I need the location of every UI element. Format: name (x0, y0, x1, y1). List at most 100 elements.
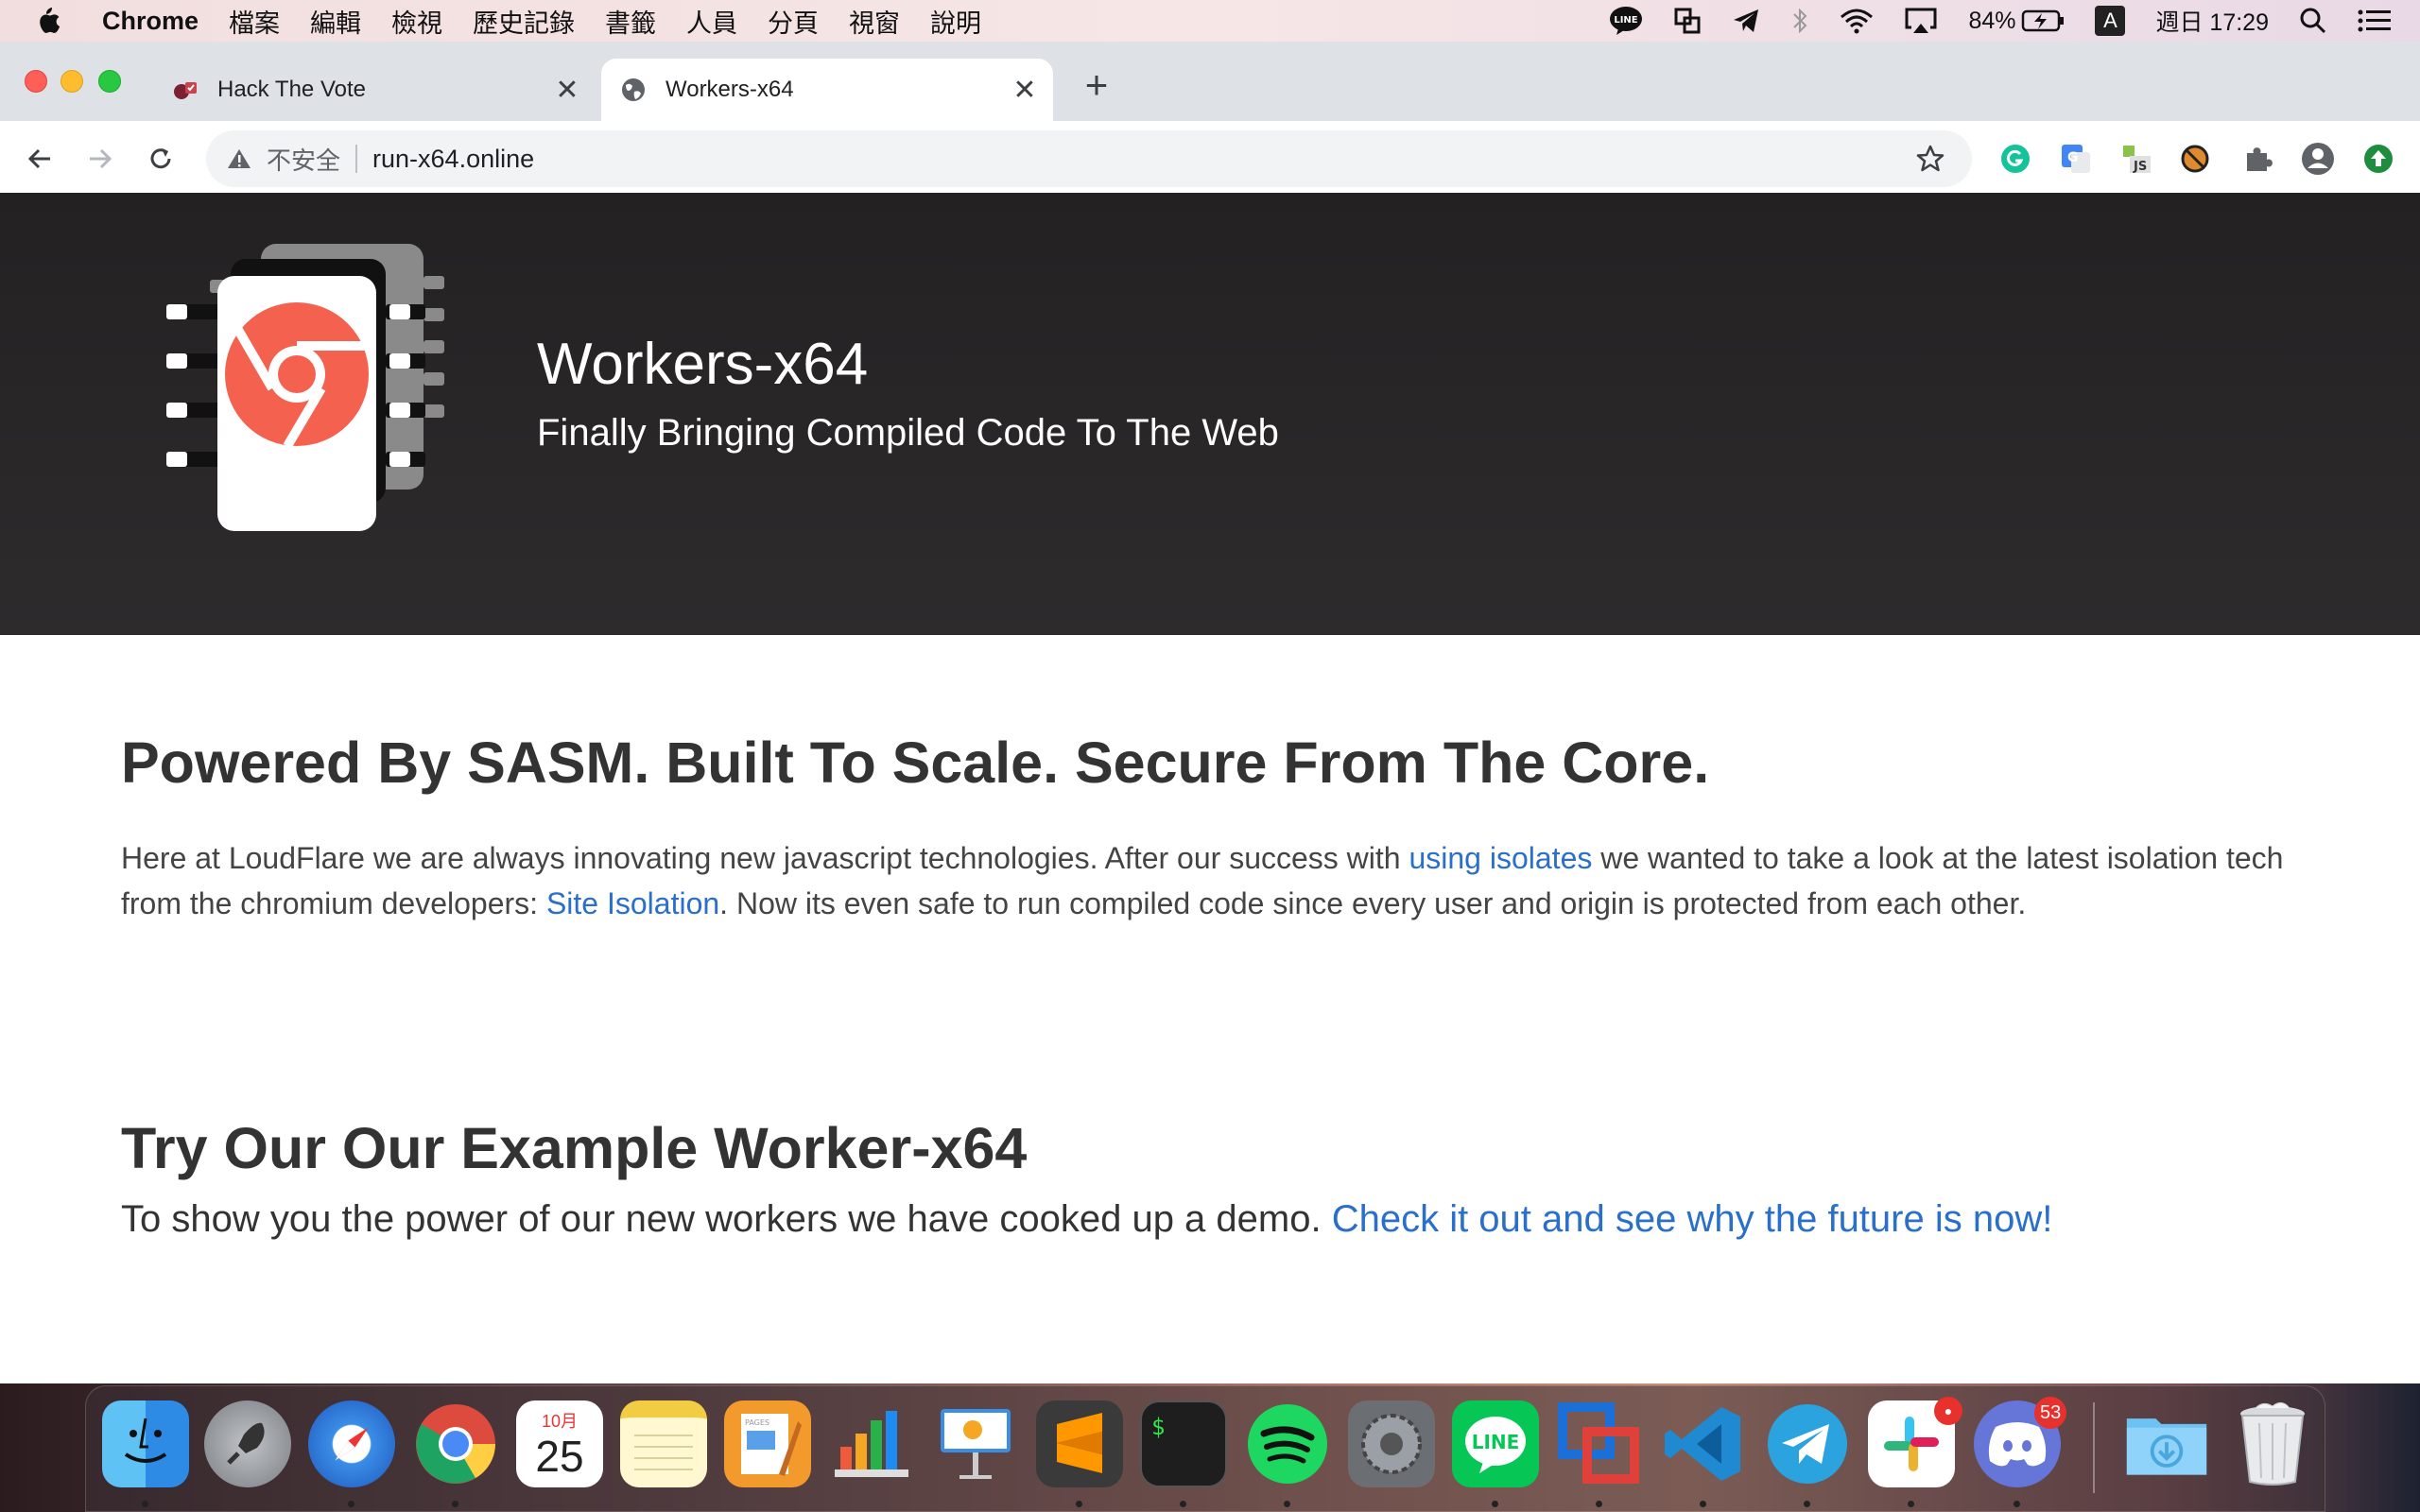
profile-avatar-icon[interactable] (2299, 140, 2337, 178)
calendar-month: 10月 (541, 1412, 579, 1431)
google-translate-extension-icon[interactable]: G (2057, 140, 2095, 178)
js-extension-icon[interactable]: JS (2118, 140, 2155, 178)
svg-text:LINE: LINE (1472, 1431, 1520, 1453)
back-button[interactable] (21, 140, 59, 178)
warning-icon[interactable] (227, 147, 253, 170)
menu-window[interactable]: 視窗 (849, 3, 900, 40)
reload-icon (150, 148, 171, 169)
trash-icon[interactable] (2229, 1400, 2316, 1487)
running-indicator (2014, 1501, 2020, 1507)
hack-the-vote-favicon-icon (172, 77, 199, 103)
tab-workers-x64[interactable]: Workers-x64 ✕ (601, 59, 1053, 121)
vscode-icon[interactable] (1660, 1400, 1747, 1487)
notification-center-icon[interactable] (2358, 9, 2392, 33)
menu-bar: Chrome 檔案 編輯 檢視 歷史記錄 書籤 人員 分頁 視窗 說明 LINE… (0, 0, 2420, 42)
safari-icon[interactable] (308, 1400, 395, 1487)
window-close-button[interactable] (25, 70, 47, 93)
dock-divider (2093, 1402, 2095, 1493)
status-area: LINE 84% A 週日 17:29 (1594, 0, 2420, 42)
tab-hack-the-vote[interactable]: Hack The Vote ✕ (161, 59, 596, 121)
spotlight-search-icon[interactable] (2299, 7, 2327, 35)
keynote-icon[interactable] (932, 1400, 1019, 1487)
terminal-icon[interactable]: $ (1140, 1400, 1227, 1487)
not-secure-label[interactable]: 不安全 (267, 142, 340, 177)
url-text[interactable]: run-x64.online (372, 145, 1915, 174)
running-indicator (1076, 1501, 1082, 1507)
arrow-right-icon (90, 148, 112, 169)
workers-chip-logo-icon (161, 238, 482, 550)
paragraph-text: . Now its even safe to run compiled code… (719, 886, 2027, 920)
grammarly-extension-icon[interactable] (1996, 140, 2034, 178)
telegram-app-icon[interactable] (1764, 1400, 1851, 1487)
launchpad-icon[interactable] (204, 1400, 291, 1487)
address-bar[interactable]: 不安全 run-x64.online (206, 130, 1972, 187)
chrome-app-icon[interactable] (412, 1400, 499, 1487)
menu-file[interactable]: 檔案 (229, 3, 280, 40)
airplay-status-icon[interactable] (1904, 7, 1938, 35)
section-heading: Powered By SASM. Built To Scale. Secure … (121, 730, 1710, 795)
new-tab-button[interactable]: + (1078, 65, 1115, 105)
pages-icon[interactable]: PAGES (724, 1400, 811, 1487)
window-minimize-button[interactable] (60, 70, 83, 93)
blocker-extension-icon[interactable] (2176, 140, 2214, 178)
battery-status[interactable]: 84% (1968, 8, 2065, 35)
menu-view[interactable]: 檢視 (391, 3, 442, 40)
menu-history[interactable]: 歷史記錄 (473, 3, 575, 40)
system-preferences-icon[interactable] (1348, 1400, 1435, 1487)
browser-window: Hack The Vote ✕ Workers-x64 ✕ + 不安全 run-… (0, 42, 2420, 1383)
globe-icon (620, 77, 647, 103)
hero-subtitle: Finally Bringing Compiled Code To The We… (537, 412, 1279, 454)
telegram-status-icon[interactable] (1732, 8, 1760, 34)
svg-text:PAGES: PAGES (745, 1418, 769, 1427)
browser-toolbar: 不安全 run-x64.online G JS (0, 121, 2420, 197)
update-arrow-icon[interactable] (2360, 140, 2397, 178)
paragraph-text: Here at LoudFlare we are always innovati… (121, 841, 1409, 875)
tab-close-icon[interactable]: ✕ (1008, 73, 1042, 107)
lead-text: To show you the power of our new workers… (121, 1198, 1332, 1240)
menu-bookmarks[interactable]: 書籤 (605, 3, 656, 40)
reload-button[interactable] (142, 140, 180, 178)
spotify-icon[interactable] (1244, 1400, 1331, 1487)
input-method-indicator[interactable]: A (2095, 6, 2126, 36)
bluetooth-status-icon[interactable] (1790, 7, 1809, 35)
section-example-worker: Try Our Our Example Worker-x64 To show y… (121, 1115, 2295, 1241)
svg-text:G: G (2067, 150, 2079, 165)
demo-link[interactable]: Check it out and see why the future is n… (1332, 1198, 2053, 1240)
tab-close-icon[interactable]: ✕ (550, 73, 584, 107)
line-app-icon[interactable]: LINE (1452, 1400, 1539, 1487)
using-isolates-link[interactable]: using isolates (1409, 841, 1592, 875)
numbers-icon[interactable] (828, 1400, 915, 1487)
calendar-icon[interactable]: 10月 25 (516, 1400, 603, 1487)
section-lead: To show you the power of our new workers… (121, 1198, 2295, 1241)
finder-icon[interactable] (102, 1400, 189, 1487)
line-status-icon[interactable]: LINE (1609, 6, 1643, 36)
menu-tab[interactable]: 分頁 (768, 3, 819, 40)
running-indicator (1492, 1501, 1498, 1507)
downloads-folder-icon[interactable] (2123, 1400, 2210, 1487)
sublime-text-icon[interactable] (1036, 1400, 1123, 1487)
web-page: Workers-x64 Finally Bringing Compiled Co… (0, 193, 2420, 1383)
tab-title: Hack The Vote (217, 77, 366, 102)
apple-menu-icon[interactable] (34, 6, 78, 36)
tab-strip: Hack The Vote ✕ Workers-x64 ✕ + (0, 42, 2420, 121)
calendar-day: 25 (535, 1432, 584, 1481)
running-indicator (1180, 1501, 1186, 1507)
extensions-puzzle-icon[interactable] (2238, 140, 2276, 178)
running-indicator (142, 1501, 148, 1507)
clock[interactable]: 週日 17:29 (2155, 4, 2269, 38)
menu-app-chrome[interactable]: Chrome (102, 7, 199, 36)
omnibox-divider (355, 145, 358, 173)
terminal-prompt: $ (1151, 1414, 1166, 1440)
bookmark-star-icon[interactable] (1915, 144, 1949, 174)
forward-button[interactable] (81, 140, 119, 178)
menu-help[interactable]: 說明 (930, 3, 981, 40)
wifi-status-icon[interactable] (1840, 8, 1874, 34)
menu-edit[interactable]: 編輯 (310, 3, 361, 40)
menu-people[interactable]: 人員 (686, 3, 737, 40)
vmware-fusion-icon[interactable] (1556, 1400, 1643, 1487)
site-isolation-link[interactable]: Site Isolation (546, 886, 719, 920)
hero-title: Workers-x64 (537, 332, 869, 397)
window-zoom-button[interactable] (98, 70, 121, 93)
screen-share-status-icon[interactable] (1673, 7, 1702, 35)
notes-icon[interactable] (620, 1400, 707, 1487)
